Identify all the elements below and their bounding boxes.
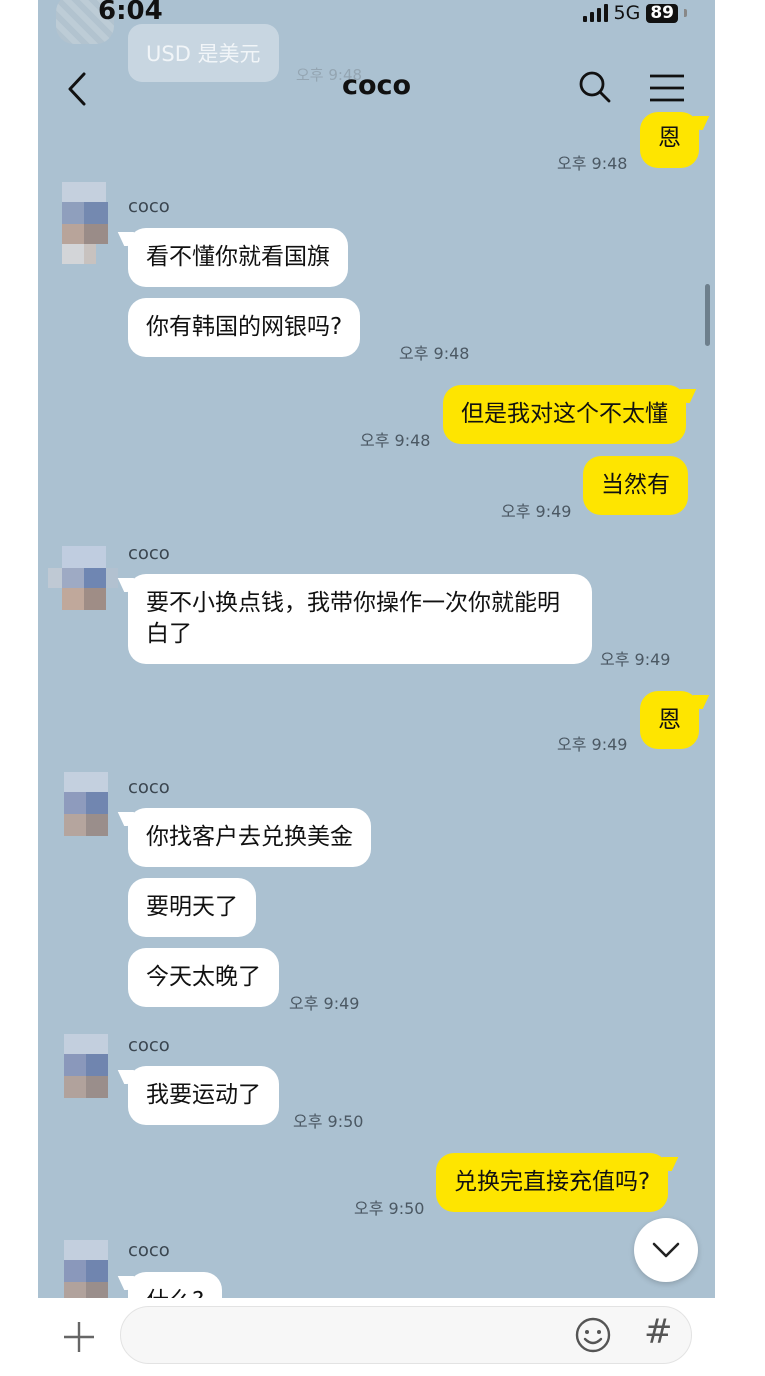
network-type: 5G [613, 2, 641, 24]
scrollbar-thumb[interactable] [705, 284, 710, 346]
avatar[interactable] [54, 1240, 118, 1298]
battery-icon [684, 9, 687, 17]
message-time: 오후 9:49 [600, 650, 671, 669]
message-bubble-outgoing[interactable]: 恩 [640, 112, 699, 168]
message-time: 오후 9:49 [289, 994, 360, 1013]
message-bubble-outgoing[interactable]: 当然有 [583, 456, 688, 515]
battery-level: 89 [646, 3, 678, 23]
message-bubble-outgoing[interactable]: 兑换完直接充值吗? [436, 1153, 669, 1212]
sender-name: coco [128, 777, 170, 798]
message-bubble-incoming[interactable]: 什么? [128, 1272, 223, 1298]
scroll-to-bottom-button[interactable] [634, 1218, 698, 1282]
message-bubble-incoming[interactable]: 今天太晚了 [128, 948, 279, 1007]
message-bubble-incoming[interactable]: 我要运动了 [128, 1066, 279, 1125]
message-bubble-incoming[interactable]: 你有韩国的网银吗? [128, 298, 361, 357]
smiley-icon[interactable] [574, 1316, 612, 1354]
message-time: 오후 9:48 [360, 431, 431, 450]
plus-icon[interactable] [62, 1320, 96, 1354]
message-time: 오후 9:50 [354, 1199, 425, 1218]
chat-room-title: coco [341, 70, 412, 101]
avatar[interactable] [48, 546, 118, 630]
chat-area[interactable]: USD 是美元 오후 9:48 6:04 5G 89 coco 恩 오후 9:4… [38, 0, 715, 1298]
message-bubble-outgoing[interactable]: 恩 [640, 691, 699, 749]
sender-name: coco [128, 1240, 170, 1261]
status-indicators: 5G 89 [582, 2, 687, 24]
message-bubble-incoming[interactable]: 要明天了 [128, 878, 256, 937]
chat-screen: USD 是美元 오후 9:48 6:04 5G 89 coco 恩 오후 9:4… [38, 0, 715, 1376]
search-icon[interactable] [578, 70, 612, 104]
signal-icon [582, 4, 608, 22]
message-bubble-outgoing[interactable]: 但是我对这个不太懂 [443, 385, 686, 444]
chevron-down-icon [652, 1242, 680, 1258]
avatar[interactable] [54, 182, 118, 266]
hamburger-menu-icon[interactable] [648, 72, 686, 104]
hashtag-icon[interactable]: # [644, 1312, 673, 1352]
message-bubble-incoming[interactable]: 要不小换点钱，我带你操作一次你就能明白了 [128, 574, 592, 664]
sender-name: coco [128, 196, 170, 217]
avatar[interactable] [54, 1034, 118, 1118]
message-bubble-incoming[interactable]: 你找客户去兑换美金 [128, 808, 371, 867]
message-time: 오후 9:49 [557, 735, 628, 754]
message-time: 오후 9:48 [399, 344, 470, 363]
message-time: 오후 9:50 [293, 1112, 364, 1131]
sender-name: coco [128, 543, 170, 564]
input-bar: # [38, 1298, 715, 1376]
status-time: 6:04 [98, 0, 163, 26]
message-time: 오후 9:48 [557, 154, 628, 173]
message-time: 오후 9:49 [501, 502, 572, 521]
avatar[interactable] [54, 772, 118, 856]
sender-name: coco [128, 1035, 170, 1056]
message-bubble-incoming[interactable]: 看不懂你就看国旗 [128, 228, 348, 287]
